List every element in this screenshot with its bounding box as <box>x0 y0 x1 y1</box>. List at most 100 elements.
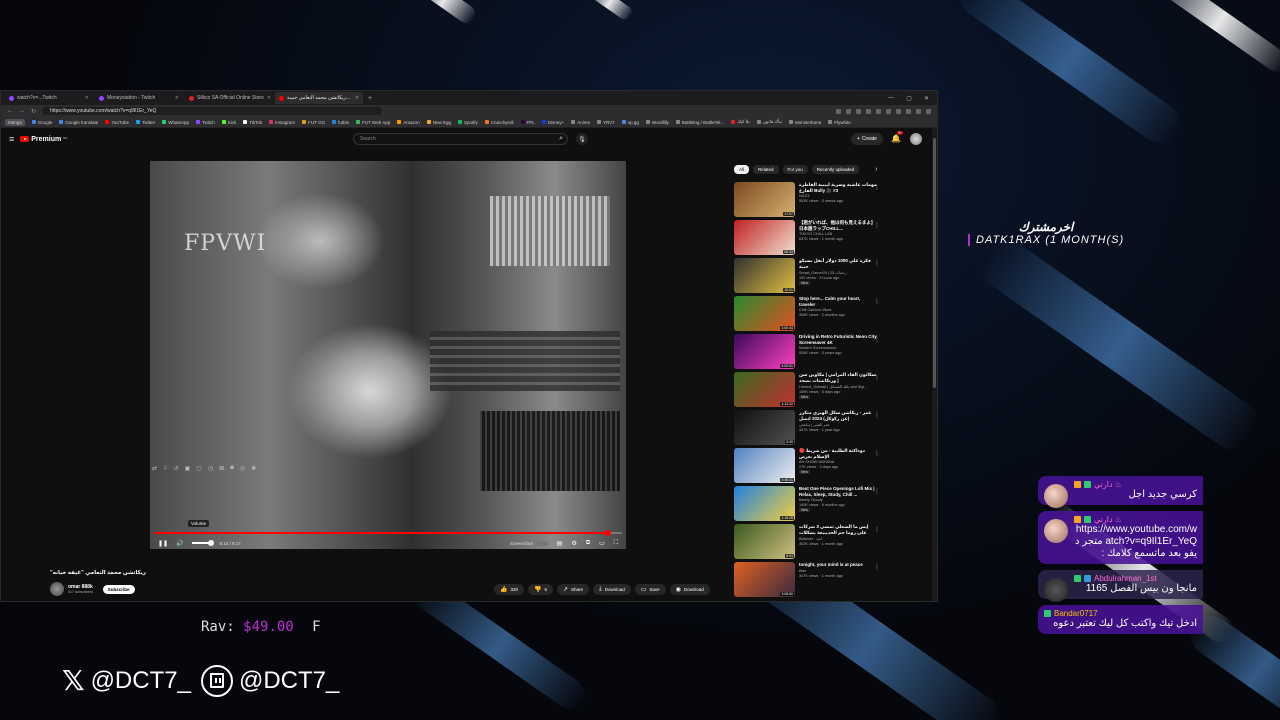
related-title[interactable]: tonight, your mind is at peace <box>799 562 877 568</box>
screenshot-toggle[interactable]: Screenshot <box>510 540 548 546</box>
extension-icon[interactable] <box>846 108 851 114</box>
close-icon[interactable]: ✕ <box>85 95 89 101</box>
related-channel[interactable]: Hamed_Gotelail | بكلد الفسانل and Styl..… <box>799 384 877 389</box>
bookmark-item[interactable]: FUT GG <box>302 120 325 125</box>
extension-icon[interactable] <box>866 108 871 114</box>
forward-icon[interactable]: → <box>19 108 25 114</box>
mic-icon[interactable]: 🎙 <box>576 133 588 145</box>
extension-icon[interactable] <box>896 108 901 114</box>
bookmark-item[interactable]: يلا كيك <box>731 119 750 125</box>
toggle-switch[interactable] <box>535 540 548 546</box>
browser-tab[interactable]: Moneystation - Twitch ✕ <box>95 92 183 104</box>
youtube-logo[interactable]: Premium SA <box>20 136 67 143</box>
related-channel[interactable]: Chill Cartoon Vibes <box>799 308 877 312</box>
create-button[interactable]: + Create <box>851 133 883 145</box>
fullscreen-icon[interactable]: ⛶ <box>614 540 618 547</box>
save-button[interactable]: ▭ Save <box>634 584 666 595</box>
related-title[interactable]: إيش ما الشعلي تمشي 3 شركات على روما جم ا… <box>799 524 877 535</box>
related-channel[interactable]: TOKYO CHILL LAB <box>799 232 877 236</box>
url-input[interactable]: https://www.youtube.com/watch?v=q9Il1Er_… <box>42 107 383 115</box>
related-title[interactable]: 【君がいれば、他は何も見えるまよ】日本語ラップCHILL... <box>799 220 877 231</box>
extension-icon[interactable] <box>856 108 861 114</box>
new-tab-button[interactable]: + <box>365 95 375 102</box>
related-channel[interactable]: tiber <box>799 569 877 573</box>
bookmark-item[interactable]: Flywhite <box>828 120 851 125</box>
related-video[interactable]: 3:00:44 Stop here... Calm your heart, tra… <box>734 296 884 334</box>
bookmark-item[interactable]: TikTok <box>243 120 262 125</box>
bookmark-item[interactable]: Manga <box>5 118 25 126</box>
bookmark-item[interactable]: Google <box>31 120 52 125</box>
extension-settings-icon[interactable]: ✱ <box>251 465 256 475</box>
bookmark-item[interactable]: Google translate <box>59 120 98 125</box>
bookmark-item[interactable]: op.gg <box>621 120 639 125</box>
download-button[interactable]: ⤓ Download <box>593 584 631 595</box>
chip-all[interactable]: All <box>734 165 750 174</box>
more-options-icon[interactable]: ⋮ <box>874 526 880 533</box>
related-video[interactable]: 58:33 【君がいれば、他は何も見えるまよ】日本語ラップCHILL... TOKY… <box>734 220 884 258</box>
related-title[interactable]: Best One Piece Openings Lofi Mix | Relax… <box>799 486 877 497</box>
more-options-icon[interactable]: ⋮ <box>874 564 880 571</box>
video-thumbnail[interactable]: 4:00:01 <box>734 334 795 369</box>
bookmark-item[interactable]: Wordlilly <box>645 120 669 125</box>
bookmark-item[interactable]: Battlelog / BattleTel... <box>675 120 724 125</box>
related-video[interactable]: 4:00:01 Driving in Retro Futuristic Neon … <box>734 334 884 372</box>
browser-tab[interactable]: Silkco SA Official Online Store ✕ <box>185 92 273 104</box>
account-avatar[interactable] <box>910 133 922 145</box>
search-icon[interactable]: ⌕ <box>559 135 563 143</box>
browser-tab[interactable]: watch?v=...Twitch ✕ <box>5 92 93 104</box>
close-window-button[interactable]: ✕ <box>924 95 929 102</box>
progress-bar[interactable] <box>154 530 622 536</box>
close-icon[interactable]: ✕ <box>175 95 179 101</box>
related-channel[interactable]: Barely Cloudy <box>799 498 877 502</box>
video-thumbnail[interactable]: 1:19:25 <box>734 486 795 521</box>
back-icon[interactable]: ← <box>7 108 13 114</box>
bookmark-item[interactable]: Kick <box>221 120 236 125</box>
related-title[interactable]: Driving in Retro Futuristic Neon City Sc… <box>799 334 877 345</box>
volume-icon[interactable]: 🔊 <box>176 540 183 547</box>
like-button[interactable]: 👍 320 <box>494 584 524 595</box>
record-icon[interactable]: ◎ <box>240 465 245 475</box>
maximize-button[interactable]: ▢ <box>906 95 912 102</box>
video-thumbnail[interactable]: 8:54 <box>734 524 795 559</box>
related-video[interactable]: 5:39 عمر - ريكاشن سكل الهيري متكرر (عن رك… <box>734 410 884 448</box>
related-title[interactable]: مهمات عاشبة وسرية لبيبية القاطرة الفارع … <box>799 182 877 193</box>
related-video[interactable]: 17:07 مهمات عاشبة وسرية لبيبية القاطرة ال… <box>734 182 884 220</box>
speed-icon[interactable]: ◷ <box>208 465 213 475</box>
extension-icon[interactable] <box>916 108 921 114</box>
miniplayer-icon[interactable]: ⧉ <box>586 540 590 547</box>
bookmark-item[interactable]: Twitch <box>196 120 215 125</box>
progress-knob[interactable] <box>604 530 611 536</box>
video-thumbnail[interactable]: 10:01 <box>734 258 795 293</box>
more-options-icon[interactable]: ⋮ <box>874 222 880 229</box>
volume-slider[interactable] <box>191 540 214 546</box>
reload-icon[interactable]: ↻ <box>31 108 36 115</box>
related-video[interactable]: 3:08:50 tonight, your mind is at peace tib… <box>734 562 884 600</box>
related-channel[interactable]: NILZ3 <box>799 194 877 198</box>
more-options-icon[interactable]: ⋮ <box>874 488 880 495</box>
chip-recently-uploaded[interactable]: Recently uploaded <box>811 165 860 174</box>
extension-icon[interactable] <box>886 108 891 114</box>
theater-mode-icon[interactable]: ▭ <box>599 540 605 547</box>
related-title[interactable]: عمر - ريكاشن سكل الهيري متكرر (عن ركوكل)… <box>799 410 877 421</box>
bookmark-item[interactable]: Spotify <box>458 120 478 125</box>
chip-for-you[interactable]: For you <box>782 165 808 174</box>
related-channel[interactable]: AH SHOW NAKAMA <box>799 460 877 464</box>
captions-icon[interactable]: ▤ <box>557 540 563 547</box>
extension-icon[interactable] <box>876 108 881 114</box>
related-video[interactable]: 10:01 فكرة على 1000 دولار أنقل بسيكو حيبة… <box>734 258 884 296</box>
bookmark-item[interactable]: Anime <box>571 120 590 125</box>
rewind-icon[interactable]: ↺ <box>174 465 179 475</box>
bookmark-item[interactable]: Twitter <box>136 120 155 125</box>
bookmark-item[interactable]: WhatsApp <box>162 120 189 125</box>
related-channel[interactable]: Modern Screensavers <box>799 346 877 350</box>
video-thumbnail[interactable]: 4:45:31 <box>734 448 795 483</box>
settings-icon[interactable]: ⚙ <box>571 540 576 547</box>
pause-icon[interactable]: ❚❚ <box>158 540 168 547</box>
more-options-icon[interactable]: ⋮ <box>874 450 880 457</box>
cinema-icon[interactable]: ▣ <box>185 465 191 475</box>
bookmark-item[interactable]: Instagram <box>269 120 295 125</box>
bell-icon[interactable]: 🔔 <box>891 134 901 143</box>
bookmark-item[interactable]: New Egg <box>426 120 451 125</box>
chevron-right-icon[interactable]: › <box>875 166 877 173</box>
subscribe-button[interactable]: Subscribe <box>102 584 135 594</box>
